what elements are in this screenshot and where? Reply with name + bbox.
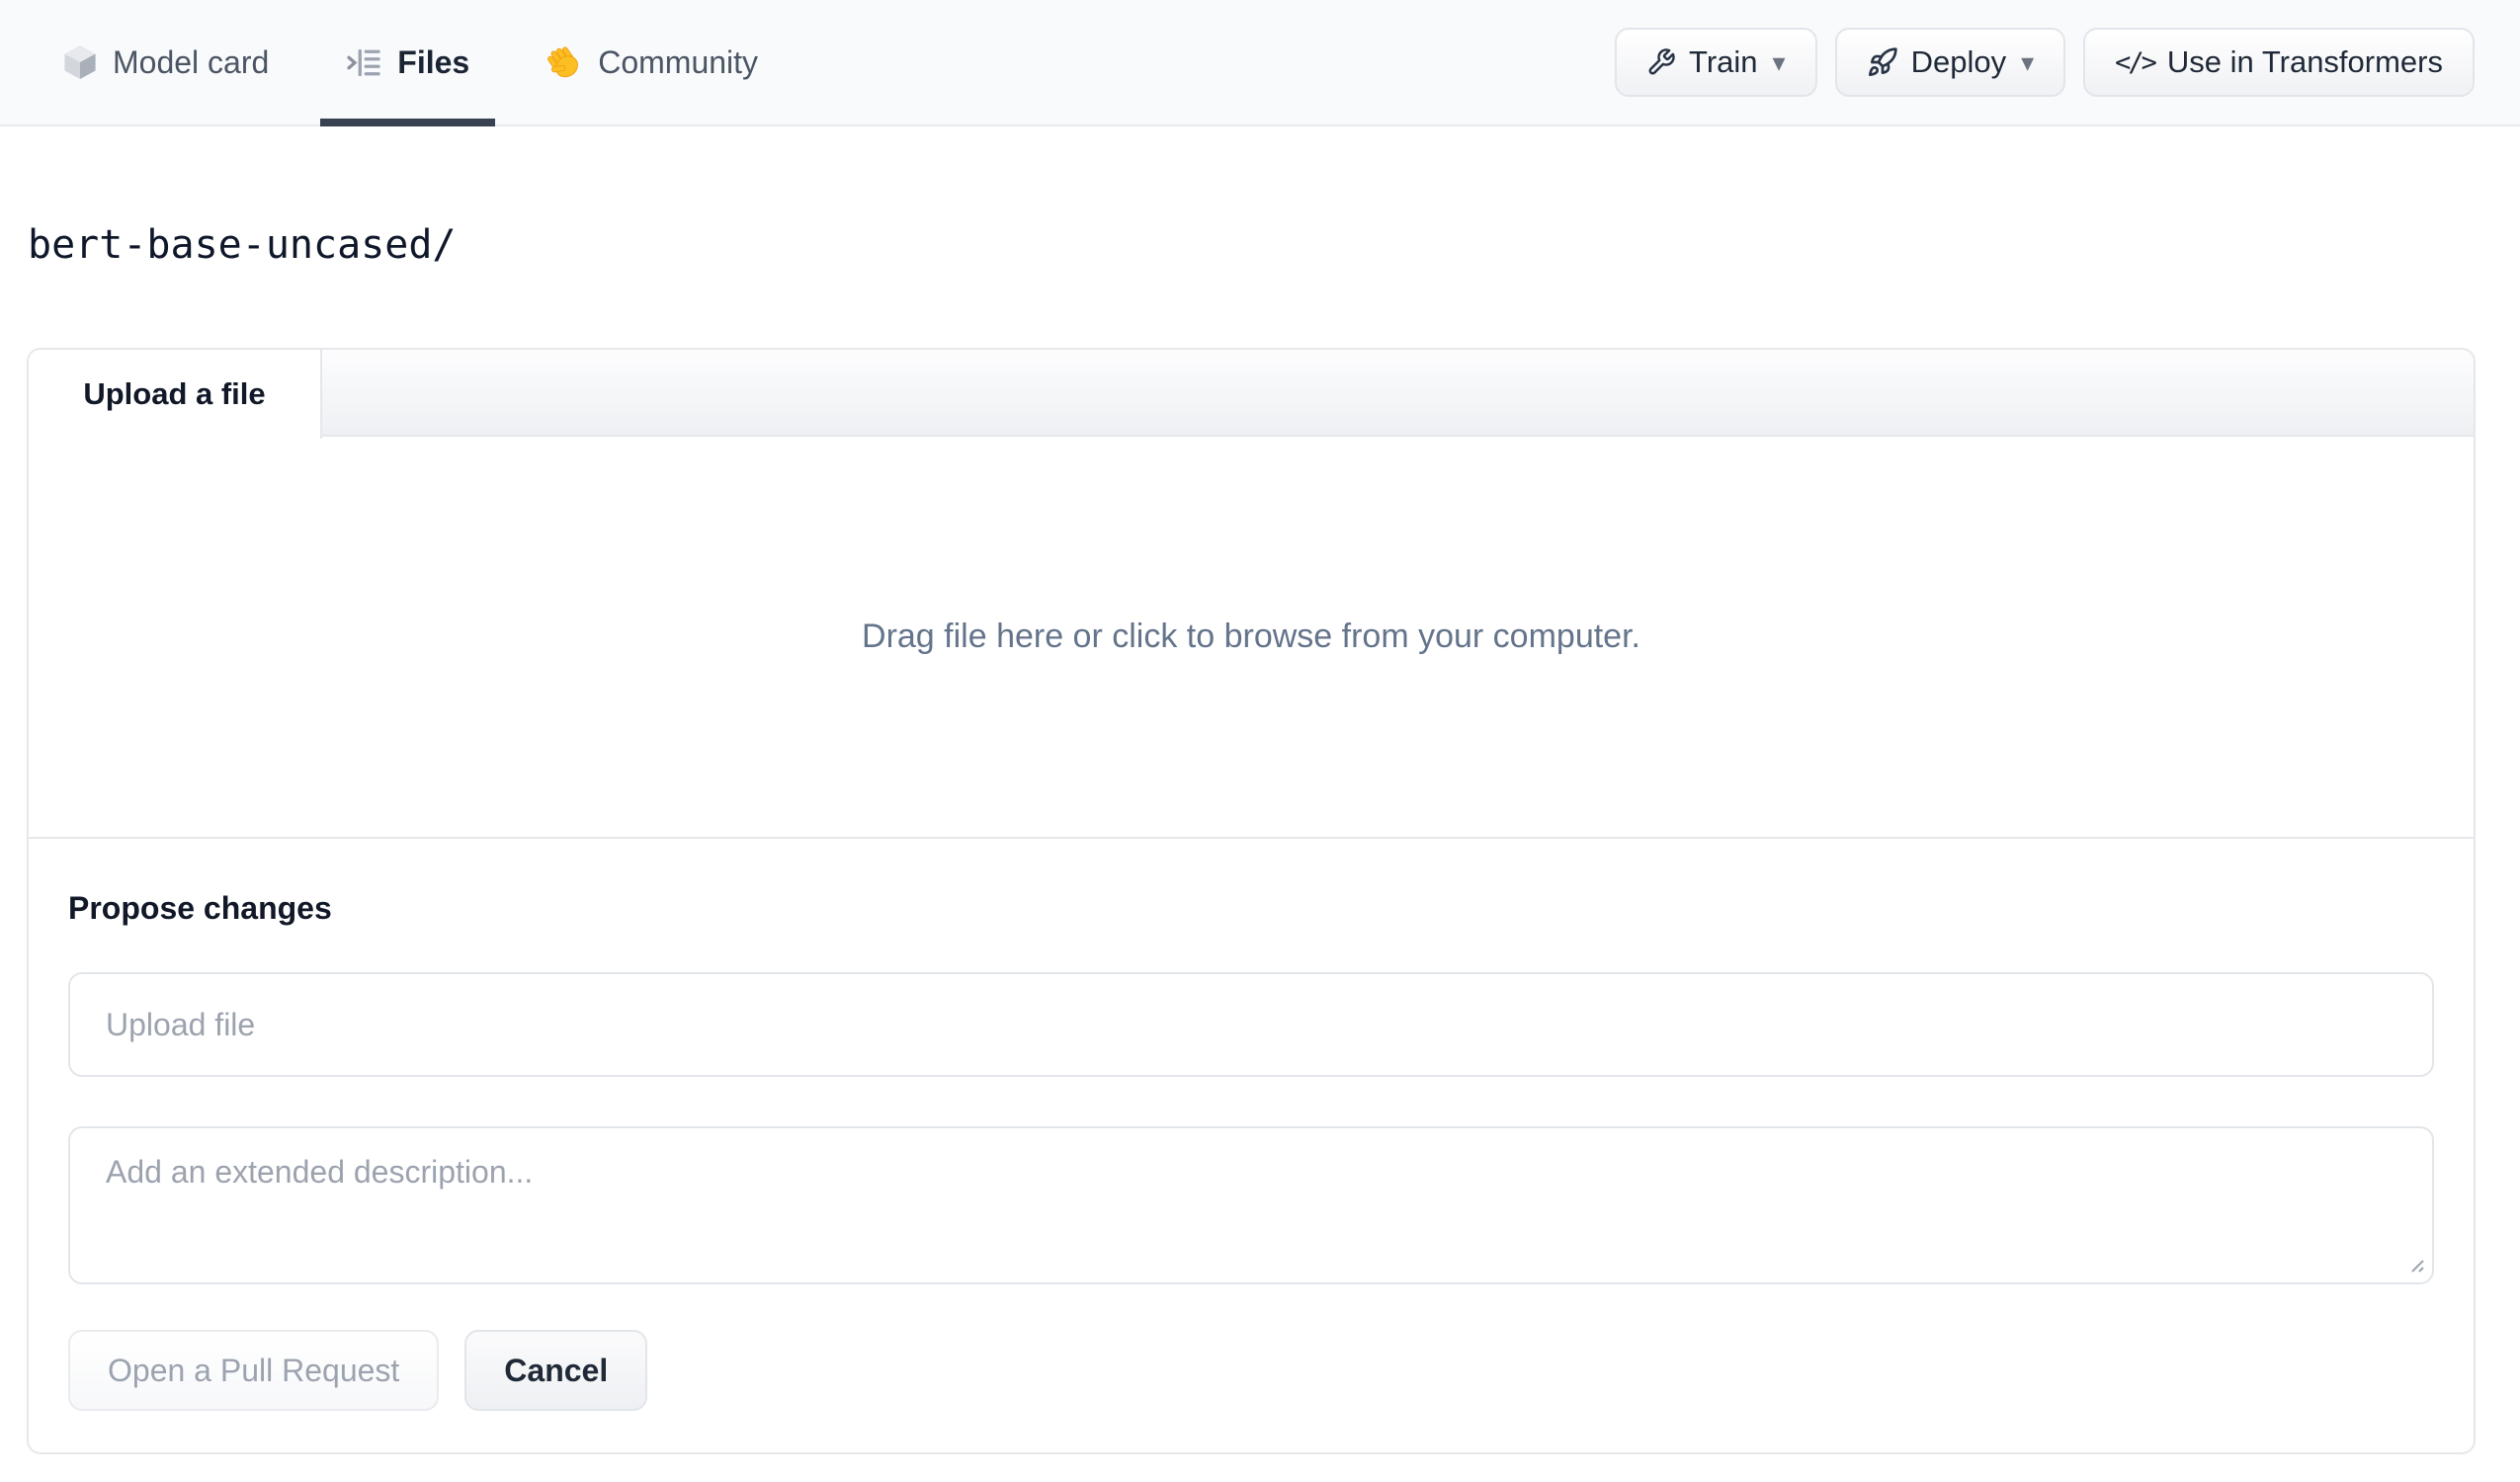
cancel-button[interactable]: Cancel bbox=[464, 1330, 648, 1411]
extended-description-textarea[interactable] bbox=[68, 1126, 2434, 1284]
deploy-button[interactable]: Deploy ▾ bbox=[1834, 28, 2066, 97]
train-button[interactable]: Train ▾ bbox=[1615, 28, 1817, 97]
repo-header-nav: Model card Files Community Train ▾ Deplo… bbox=[0, 0, 2520, 126]
tab-files-label: Files bbox=[397, 43, 470, 80]
chevron-down-icon: ▾ bbox=[2021, 47, 2035, 77]
train-button-label: Train bbox=[1689, 44, 1758, 79]
tab-community[interactable]: Community bbox=[521, 0, 784, 124]
repo-path-breadcrumb: bert-base-uncased/ bbox=[28, 222, 457, 268]
tab-files[interactable]: Files bbox=[320, 0, 496, 126]
wrench-icon bbox=[1646, 47, 1676, 77]
code-icon: </> bbox=[2115, 46, 2157, 78]
dropzone-hint-text: Drag file here or click to browse from y… bbox=[862, 618, 1640, 655]
use-in-transformers-button[interactable]: </> Use in Transformers bbox=[2083, 28, 2475, 97]
rocket-icon bbox=[1867, 46, 1898, 78]
tab-model-card[interactable]: Model card bbox=[38, 0, 294, 124]
tab-upload-a-file[interactable]: Upload a file bbox=[29, 350, 322, 439]
chevron-down-icon: ▾ bbox=[1772, 47, 1786, 77]
propose-changes-heading: Propose changes bbox=[68, 890, 332, 926]
repo-nav-tabs: Model card Files Community bbox=[38, 0, 809, 126]
deploy-button-label: Deploy bbox=[1910, 44, 2007, 79]
file-dropzone[interactable]: Drag file here or click to browse from y… bbox=[29, 437, 2474, 837]
propose-changes-section: Propose changes Open a Pull Request Canc… bbox=[29, 837, 2474, 1452]
use-in-transformers-label: Use in Transformers bbox=[2166, 44, 2443, 79]
files-list-icon bbox=[346, 46, 381, 79]
repo-action-buttons: Train ▾ Deploy ▾ </> Use in Transformers bbox=[1615, 0, 2475, 124]
upload-filename-input[interactable] bbox=[68, 972, 2434, 1077]
tab-community-label: Community bbox=[598, 43, 759, 80]
upload-card-tabbar: Upload a file bbox=[29, 350, 2474, 439]
description-textarea-wrap bbox=[68, 1126, 2434, 1284]
tab-model-card-label: Model card bbox=[113, 43, 270, 80]
cube-icon bbox=[63, 43, 97, 81]
open-pull-request-button[interactable]: Open a Pull Request bbox=[68, 1330, 440, 1411]
upload-file-card: Upload a file Drag file here or click to… bbox=[27, 348, 2476, 1454]
propose-actions-row: Open a Pull Request Cancel bbox=[68, 1330, 2434, 1411]
waving-hand-icon bbox=[546, 44, 582, 80]
